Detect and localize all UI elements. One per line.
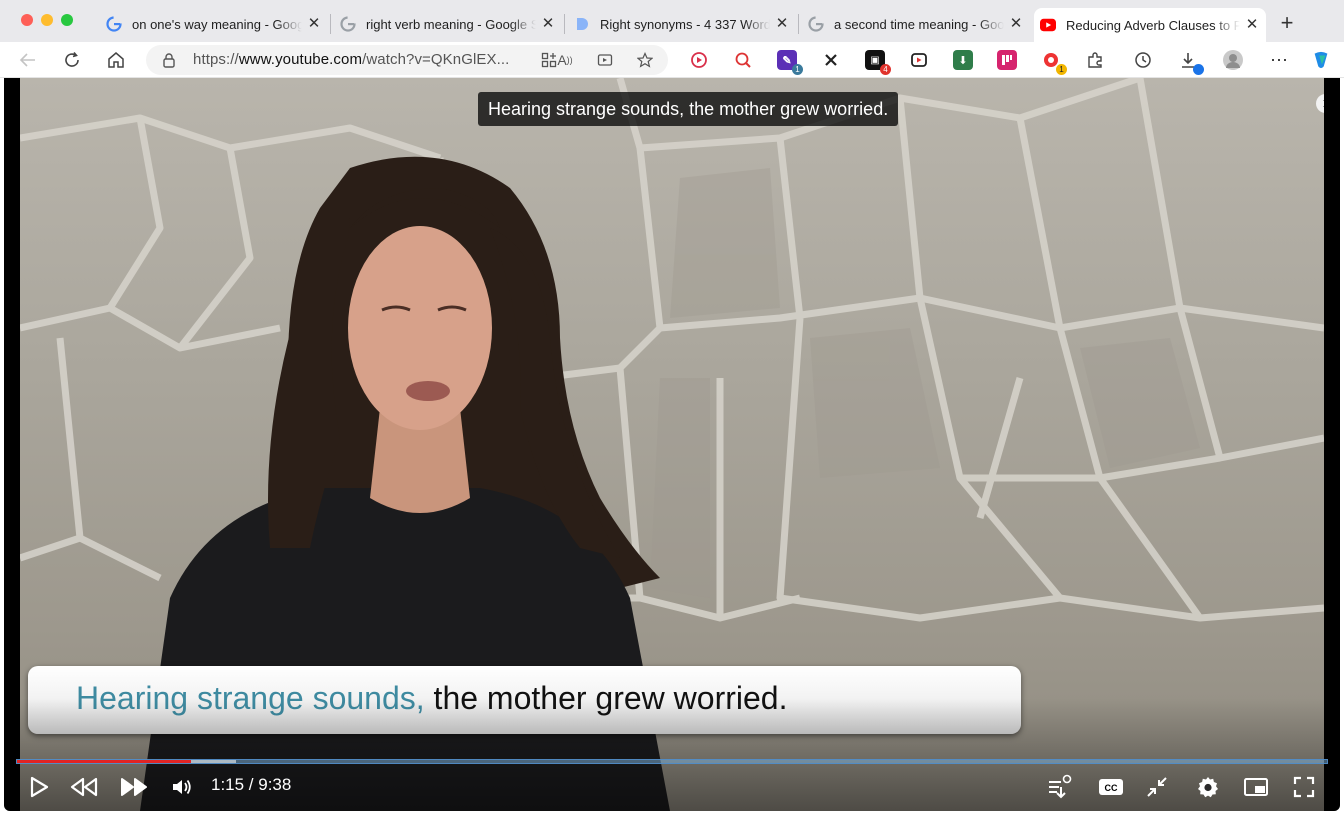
collapse-arrows-icon (1147, 777, 1167, 797)
close-tab-icon[interactable]: ✕ (540, 16, 556, 32)
new-tab-button[interactable]: + (1276, 12, 1298, 34)
exit-miniplayer-button[interactable] (1142, 772, 1172, 802)
favorite-star-icon[interactable] (636, 51, 654, 69)
minimize-window-button[interactable] (41, 14, 53, 26)
extension-badge: 1 (792, 64, 803, 75)
tab-3[interactable]: a second time meaning - Google Search ✕ (802, 8, 1030, 40)
home-icon[interactable] (105, 49, 127, 71)
tab-1[interactable]: right verb meaning - Google Search ✕ (334, 8, 562, 40)
immersive-reader-icon[interactable] (596, 51, 614, 69)
time-display: 1:15 / 9:38 (211, 775, 292, 794)
back-icon[interactable] (17, 49, 39, 71)
extension-badge: 1 (1056, 64, 1067, 75)
tab-title: right verb meaning - Google Search (366, 16, 536, 32)
maximize-window-button[interactable] (61, 14, 73, 26)
rewind-icon (70, 777, 98, 797)
tab-title: Reducing Adverb Clauses to Phrases (1066, 17, 1240, 33)
tab-title: on one's way meaning - Google Search (132, 16, 302, 32)
reload-icon[interactable] (61, 49, 83, 71)
video-player[interactable]: Hearing strange sounds, the mother grew … (4, 78, 1340, 811)
fullscreen-button[interactable] (1289, 772, 1319, 802)
download-settings-icon (1049, 774, 1072, 799)
volume-icon (173, 779, 191, 795)
tab-strip: on one's way meaning - Google Search ✕ r… (0, 0, 1344, 42)
close-tab-icon[interactable]: ✕ (774, 16, 790, 32)
next-button[interactable] (119, 772, 149, 802)
close-window-button[interactable] (21, 14, 33, 26)
played-bar (17, 760, 192, 763)
svg-text:CC: CC (1105, 783, 1118, 793)
history-icon[interactable] (1133, 50, 1153, 70)
autoplay-settings-button[interactable] (1044, 772, 1074, 802)
downloads-badge-icon (1193, 64, 1204, 75)
closed-captions-icon: CC (1099, 779, 1123, 795)
miniplayer-icon (1244, 778, 1268, 796)
controls-gradient (4, 698, 1340, 811)
youtube-icon (1040, 17, 1056, 33)
thesaurus-icon (574, 16, 590, 32)
extension-5-icon[interactable]: ▣ 4 (865, 50, 891, 75)
extension-9-icon[interactable]: 1 (1041, 50, 1067, 75)
close-tab-icon[interactable]: ✕ (1244, 17, 1260, 33)
browser-toolbar: https://www.youtube.com/watch?v=QKnGlEX.… (0, 42, 1344, 78)
tab-2[interactable]: Right synonyms - 4 337 Words and Phrases… (568, 8, 796, 40)
tab-title: Right synonyms - 4 337 Words and Phrases (600, 16, 770, 32)
extension-6-icon[interactable] (909, 50, 929, 70)
fullscreen-icon (1293, 776, 1315, 798)
extension-badge: 4 (880, 64, 891, 75)
tab-4-active[interactable]: Reducing Adverb Clauses to Phrases ✕ (1034, 8, 1266, 42)
extension-8-icon[interactable] (997, 50, 1017, 70)
extension-1-icon[interactable] (689, 50, 709, 70)
play-button[interactable] (24, 772, 54, 802)
previous-button[interactable] (69, 772, 99, 802)
settings-button[interactable] (1193, 772, 1223, 802)
copilot-icon[interactable] (1311, 50, 1331, 70)
google-icon (808, 16, 824, 32)
google-icon (106, 16, 122, 32)
extension-7-icon[interactable]: ⬇ (953, 50, 973, 70)
lock-icon[interactable] (162, 52, 176, 73)
close-tab-icon[interactable]: ✕ (306, 16, 322, 32)
tab-0[interactable]: on one's way meaning - Google Search ✕ (100, 8, 328, 40)
fast-forward-icon (121, 778, 147, 796)
google-icon (340, 16, 356, 32)
closed-caption: Hearing strange sounds, the mother grew … (478, 92, 899, 126)
play-icon (30, 776, 49, 798)
downloads-icon[interactable] (1178, 50, 1204, 75)
profile-avatar-icon[interactable] (1223, 50, 1243, 70)
extension-2-icon[interactable] (733, 50, 753, 70)
gear-icon (1198, 777, 1218, 798)
read-aloud-icon[interactable]: A)) (556, 51, 574, 69)
extensions-puzzle-icon[interactable] (1085, 50, 1105, 70)
extension-4-icon[interactable] (821, 50, 841, 70)
url-text[interactable]: https://www.youtube.com/watch?v=QKnGlEX.… (193, 51, 509, 68)
subtitles-button[interactable]: CC (1096, 772, 1126, 802)
volume-button[interactable] (167, 772, 197, 802)
close-tab-icon[interactable]: ✕ (1008, 16, 1024, 32)
address-bar[interactable]: https://www.youtube.com/watch?v=QKnGlEX.… (146, 45, 668, 75)
tab-title: a second time meaning - Google Search (834, 16, 1004, 32)
more-menu-icon[interactable]: ⋯ (1269, 50, 1289, 70)
progress-bar[interactable] (16, 759, 1328, 764)
extension-3-icon[interactable]: ✎ 1 (777, 50, 803, 75)
miniplayer-button[interactable] (1241, 772, 1271, 802)
